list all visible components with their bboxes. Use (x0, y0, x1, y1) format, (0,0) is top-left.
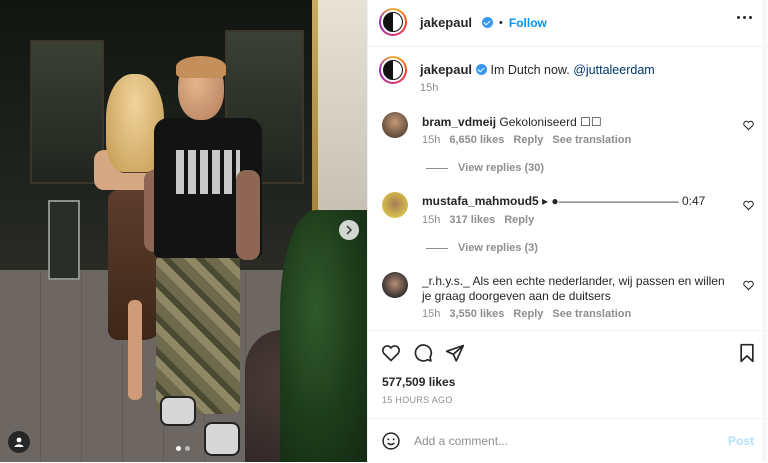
comment-time: 15h (422, 308, 441, 320)
reply-button[interactable]: Reply (513, 134, 543, 146)
photo-man-hair (176, 56, 226, 78)
commenter-avatar[interactable] (382, 192, 408, 218)
comment-username[interactable]: bram_vdmeij (422, 115, 496, 129)
post-photo[interactable] (0, 0, 367, 462)
photo-lantern (48, 200, 80, 280)
heart-icon[interactable] (743, 200, 754, 211)
comment-likes[interactable]: 3,550 likes (449, 308, 504, 320)
commenter-avatar[interactable] (382, 272, 408, 298)
carousel-dot-active (176, 446, 181, 451)
caption-text: Im Dutch now. (490, 63, 570, 77)
reply-button[interactable]: Reply (513, 308, 543, 320)
caption-mention-link[interactable]: @juttaleerdam (573, 63, 654, 77)
smiley-icon[interactable] (381, 431, 401, 451)
post-actions-bar (368, 330, 768, 363)
user-tag-icon (14, 437, 24, 447)
see-translation-button[interactable]: See translation (552, 134, 631, 146)
verified-badge-icon (482, 17, 494, 28)
caption-time: 15h (420, 82, 439, 94)
voice-message-player[interactable]: ▸ ●—————————— 0:47 (542, 194, 705, 208)
post-header: jakepaul • Follow (368, 0, 768, 47)
comment-likes[interactable]: 317 likes (449, 214, 495, 226)
paper-plane-icon[interactable] (445, 343, 465, 363)
comment-time: 15h (422, 134, 441, 146)
comment-username[interactable]: mustafa_mahmoud5 (422, 194, 539, 208)
post-side-panel: jakepaul • Follow jakepaul Im Dutch now.… (367, 0, 768, 462)
more-horizontal-icon[interactable] (737, 16, 752, 19)
photo-window (30, 40, 104, 184)
bookmark-icon[interactable] (738, 343, 756, 363)
photo-shoe (160, 396, 196, 426)
add-comment-input[interactable]: Add a comment... (414, 434, 508, 448)
replies-divider (426, 247, 448, 249)
scrollbar[interactable] (762, 0, 767, 462)
view-replies-label[interactable]: View replies (3) (458, 242, 538, 254)
comment-composer: Add a comment... Post (368, 418, 768, 463)
photo-woman-leg (128, 300, 142, 400)
commenter-avatar[interactable] (382, 112, 408, 138)
view-replies-button[interactable]: View replies (3) (426, 242, 538, 254)
chevron-right-icon (346, 225, 353, 235)
reply-button[interactable]: Reply (504, 214, 534, 226)
follow-button[interactable]: Follow (509, 16, 547, 30)
instagram-post-modal: jakepaul • Follow jakepaul Im Dutch now.… (0, 0, 768, 462)
photo-man-pants (156, 254, 240, 414)
view-replies-label[interactable]: View replies (30) (458, 162, 544, 174)
caption-username[interactable]: jakepaul (420, 62, 472, 77)
heart-icon[interactable] (743, 280, 754, 291)
carousel-dot (185, 446, 190, 451)
carousel-indicator (176, 446, 190, 451)
photo-shoe (204, 422, 240, 456)
view-replies-button[interactable]: View replies (30) (426, 162, 544, 174)
heart-icon[interactable] (743, 120, 754, 131)
heart-icon[interactable] (381, 343, 401, 363)
replies-divider (426, 167, 448, 169)
photo-man-arm (236, 170, 260, 260)
verified-badge-icon (476, 64, 488, 75)
photo-plants (280, 210, 367, 462)
post-comment-button[interactable]: Post (728, 434, 754, 448)
see-translation-button[interactable]: See translation (552, 308, 631, 320)
comment-icon[interactable] (413, 343, 433, 363)
comment-likes[interactable]: 6,650 likes (449, 134, 504, 146)
post-timestamp: 15 HOURS AGO (382, 395, 453, 405)
author-username[interactable]: jakepaul (420, 15, 472, 30)
separator-bullet: • (499, 16, 503, 29)
user-tag-button[interactable] (8, 431, 30, 453)
likes-count[interactable]: 577,509 likes (382, 375, 455, 389)
author-avatar[interactable] (379, 8, 407, 36)
comment-time: 15h (422, 214, 441, 226)
comment-text: Gekoloniseerd ☐☐ (499, 115, 602, 129)
comment-username[interactable]: _r.h.y.s._ (422, 274, 470, 288)
caption-avatar[interactable] (379, 56, 407, 84)
next-photo-button[interactable] (339, 220, 359, 240)
